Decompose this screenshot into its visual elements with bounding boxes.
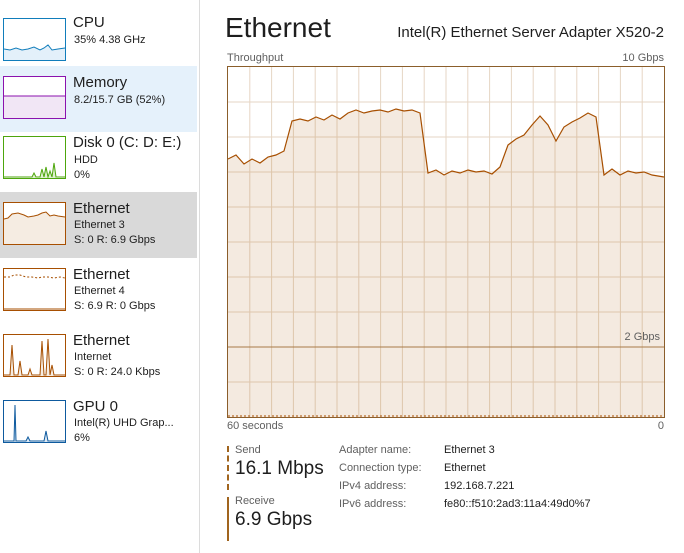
sidebar-item-detail-2: 6% xyxy=(74,432,90,444)
sidebar-item-detail: Ethernet 3 xyxy=(74,219,125,231)
receive-legend-bar xyxy=(227,497,229,541)
adapter-name-value: Ethernet 3 xyxy=(444,444,495,456)
receive-stat: Receive 6.9 Gbps xyxy=(227,495,347,541)
adapter-name-key: Adapter name: xyxy=(339,444,412,456)
connection-type-key: Connection type: xyxy=(339,462,422,474)
ipv6-address-key: IPv6 address: xyxy=(339,498,407,510)
adapter-name: Intel(R) Ethernet Server Adapter X520-2 xyxy=(397,24,664,41)
ipv4-address-key: IPv4 address: xyxy=(339,480,407,492)
ethernet-3-thumbnail-graph xyxy=(3,202,66,245)
sidebar-item-title: Memory xyxy=(73,74,128,91)
sidebar-item-ethernet-3[interactable]: Ethernet Ethernet 3 S: 0 R: 6.9 Gbps xyxy=(0,192,197,258)
main-panel: Ethernet Intel(R) Ethernet Server Adapte… xyxy=(200,0,684,553)
sidebar-item-detail-2: S: 0 R: 6.9 Gbps xyxy=(74,234,156,246)
graph-max-label: 10 Gbps xyxy=(622,52,664,64)
sidebar-item-title: Ethernet xyxy=(73,332,130,349)
sidebar-item-ethernet-4[interactable]: Ethernet Ethernet 4 S: 6.9 R: 0 Gbps xyxy=(0,258,197,324)
sidebar-item-disk-0[interactable]: Disk 0 (C: D: E:) HDD 0% xyxy=(0,126,197,192)
graph-time-label: 60 seconds xyxy=(227,420,284,432)
gpu-thumbnail-graph xyxy=(3,400,66,443)
sidebar-item-title: Ethernet xyxy=(73,266,130,283)
sidebar: CPU 35% 4.38 GHz Memory 8.2/15.7 GB (52%… xyxy=(0,0,200,553)
sidebar-item-detail-2: 0% xyxy=(74,169,90,181)
sidebar-item-detail: 8.2/15.7 GB (52%) xyxy=(74,94,166,106)
receive-label: Receive xyxy=(235,495,275,507)
memory-thumbnail-graph xyxy=(3,76,66,119)
sidebar-item-title: GPU 0 xyxy=(73,398,119,415)
ethernet-4-thumbnail-graph xyxy=(3,268,66,311)
sidebar-item-ethernet-internet[interactable]: Ethernet Internet S: 0 R: 24.0 Kbps xyxy=(0,324,197,390)
send-stat: Send 16.1 Mbps xyxy=(227,444,347,490)
graph-zero-label: 0 xyxy=(657,420,664,432)
sidebar-item-title: Ethernet xyxy=(73,200,130,217)
graph-scale-label: 2 Gbps xyxy=(624,331,660,343)
sidebar-item-title: Disk 0 (C: D: E:) xyxy=(73,134,182,151)
sidebar-item-detail: 35% 4.38 GHz xyxy=(74,34,146,46)
disk-thumbnail-graph xyxy=(3,136,66,179)
ethernet-internet-thumbnail-graph xyxy=(3,334,66,377)
sidebar-item-cpu[interactable]: CPU 35% 4.38 GHz xyxy=(0,4,197,70)
sidebar-item-detail: Internet xyxy=(74,351,112,363)
send-value: 16.1 Mbps xyxy=(235,458,324,479)
sidebar-item-detail-2: S: 0 R: 24.0 Kbps xyxy=(74,366,161,378)
sidebar-item-detail: HDD xyxy=(74,154,98,166)
ipv4-address-value: 192.168.7.221 xyxy=(444,480,515,492)
sidebar-item-detail: Ethernet 4 xyxy=(74,285,125,297)
sidebar-item-memory[interactable]: Memory 8.2/15.7 GB (52%) xyxy=(0,66,197,132)
page-title: Ethernet xyxy=(225,12,331,43)
send-label: Send xyxy=(235,444,261,456)
sidebar-item-title: CPU xyxy=(73,14,105,31)
connection-type-value: Ethernet xyxy=(444,462,486,474)
sidebar-item-gpu-0[interactable]: GPU 0 Intel(R) UHD Grap... 6% xyxy=(0,390,197,456)
graph-label: Throughput xyxy=(227,52,284,64)
send-legend-bar xyxy=(227,446,229,490)
ipv6-address-value: fe80::f510:2ad3:11a4:49d0%7 xyxy=(444,498,591,510)
sidebar-item-detail: Intel(R) UHD Grap... xyxy=(74,417,174,429)
receive-value: 6.9 Gbps xyxy=(235,509,313,530)
cpu-thumbnail-graph xyxy=(3,18,66,61)
throughput-graph xyxy=(227,66,665,418)
sidebar-item-detail-2: S: 6.9 R: 0 Gbps xyxy=(74,300,156,312)
